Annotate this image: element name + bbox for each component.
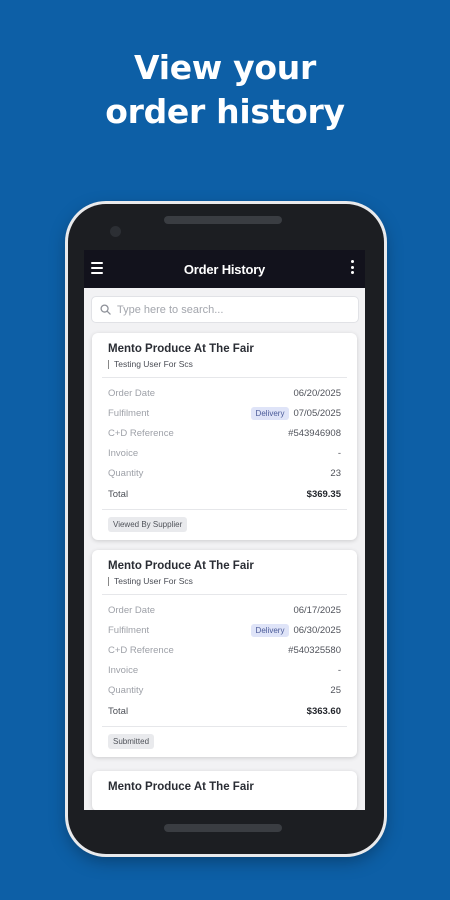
reference-label: C+D Reference (108, 645, 174, 657)
total-label: Total (108, 488, 129, 500)
phone-frame: Order History Mento Produce At The Fair … (68, 204, 384, 854)
fulfilment-row: Fulfilment Delivery 07/05/2025 (108, 403, 341, 423)
order-user-name: Testing User For Scs (108, 577, 341, 587)
quantity-label: Quantity (108, 685, 144, 697)
order-shop-name: Mento Produce At The Fair (108, 560, 254, 573)
status-badge: Viewed By Supplier (108, 517, 188, 533)
quantity-row: Quantity 25 (108, 681, 341, 701)
headline-line-2: order history (105, 92, 345, 131)
invoice-label: Invoice (108, 448, 139, 460)
total-value: $363.60 (306, 705, 341, 717)
order-date-value: 06/20/2025 (293, 387, 341, 399)
total-row: Total $363.60 (108, 701, 341, 721)
total-value: $369.35 (306, 488, 341, 500)
app-bar: Order History (84, 250, 365, 288)
fulfilment-type-badge: Delivery (250, 406, 290, 420)
phone-bottom-speaker (164, 824, 282, 832)
divider (102, 726, 347, 728)
headline-line-1: View your (134, 48, 316, 87)
total-row: Total $369.35 (108, 484, 341, 504)
page-title: Order History (183, 261, 266, 277)
quantity-row: Quantity 23 (108, 464, 341, 484)
fulfilment-label: Fulfilment (108, 624, 150, 636)
more-vertical-icon[interactable] (349, 260, 355, 278)
fulfilment-type-badge: Delivery (250, 623, 290, 637)
reference-row: C+D Reference #540325580 (108, 641, 341, 661)
quantity-value: 23 (330, 468, 341, 480)
headline: View your order history (0, 46, 450, 134)
fulfilment-row: Fulfilment Delivery 06/30/2025 (108, 620, 341, 640)
divider (102, 594, 347, 596)
invoice-row: Invoice - (108, 661, 341, 681)
quantity-value: 25 (330, 685, 341, 697)
order-card[interactable]: Mento Produce At The Fair Testing User F… (92, 333, 357, 541)
order-date-label: Order Date (108, 387, 155, 399)
reference-label: C+D Reference (108, 427, 174, 439)
fulfilment-date-value: 06/30/2025 (293, 624, 341, 636)
order-date-label: Order Date (108, 604, 155, 616)
order-card[interactable]: Mento Produce At The Fair Testing User F… (92, 550, 357, 758)
invoice-label: Invoice (108, 665, 139, 677)
order-card[interactable]: Mento Produce At The Fair (92, 771, 357, 810)
order-shop-name: Mento Produce At The Fair (108, 343, 254, 355)
order-shop-name: Mento Produce At The Fair (108, 781, 254, 794)
phone-speaker (164, 216, 282, 224)
quantity-label: Quantity (108, 468, 144, 480)
app-screen: Order History Mento Produce At The Fair … (84, 250, 365, 810)
search-bar[interactable] (91, 296, 359, 323)
invoice-value: - (337, 665, 341, 677)
fulfilment-date-value: 07/05/2025 (293, 407, 341, 419)
order-date-row: Order Date 06/17/2025 (108, 600, 341, 620)
status-badge: Submitted (108, 734, 155, 750)
reference-value: #543946908 (288, 427, 341, 439)
invoice-row: Invoice - (108, 444, 341, 464)
invoice-value: - (337, 448, 341, 460)
fulfilment-label: Fulfilment (108, 407, 150, 419)
order-user-name: Testing User For Scs (108, 360, 341, 369)
search-icon (100, 304, 111, 315)
reference-row: C+D Reference #543946908 (108, 423, 341, 443)
order-date-row: Order Date 06/20/2025 (108, 383, 341, 403)
divider (102, 509, 347, 511)
reference-value: #540325580 (288, 645, 341, 657)
divider (102, 377, 347, 378)
phone-camera (110, 226, 121, 237)
search-input[interactable] (117, 303, 337, 316)
total-label: Total (108, 705, 129, 717)
order-date-value: 06/17/2025 (293, 604, 341, 616)
